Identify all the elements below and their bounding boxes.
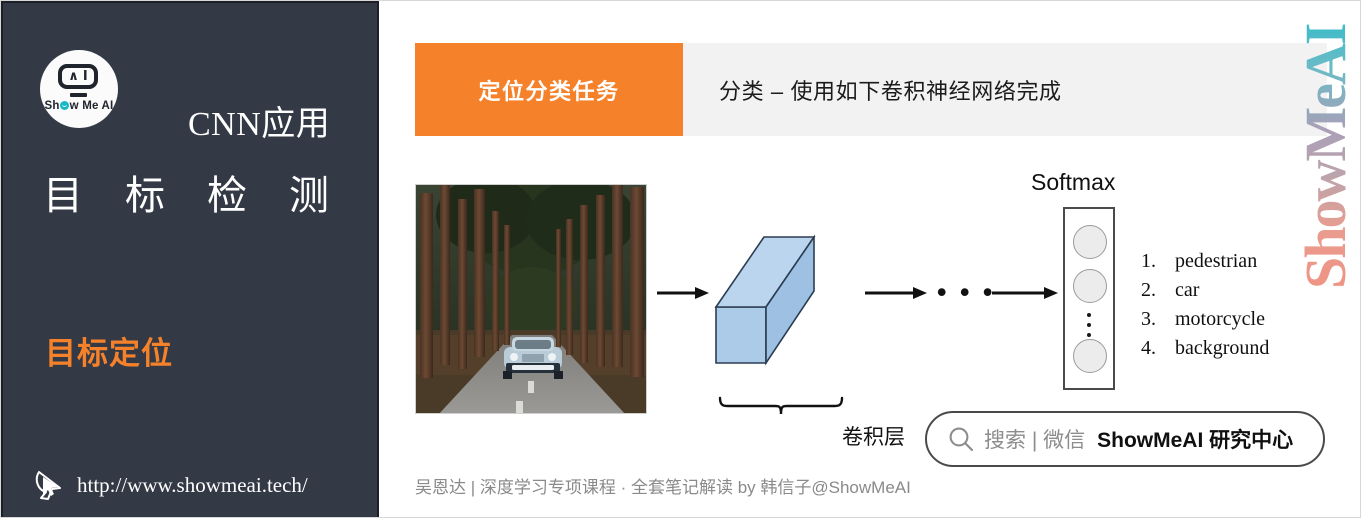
conv-volume-cuboid <box>714 234 816 366</box>
logo-smiley-icon <box>60 101 70 110</box>
softmax-label: Softmax <box>1031 169 1116 195</box>
conv-layer-label: 卷积层 <box>842 426 905 449</box>
class-index: 2. <box>1141 279 1156 301</box>
search-brand-text: ShowMeAI 研究中心 <box>1097 429 1294 452</box>
page-title: 目标检测 <box>43 174 371 218</box>
class-label: pedestrian <box>1175 250 1258 272</box>
site-url-row[interactable]: http://www.showmeai.tech/ <box>35 468 308 502</box>
class-label: car <box>1175 279 1200 301</box>
logo-circle: ∧ I Sh w Me AI <box>40 50 118 128</box>
logo-word-post: w Me AI <box>69 100 114 112</box>
car-shape <box>503 337 563 379</box>
task-description: 分类 – 使用如下卷积神经网络完成 <box>683 43 1327 136</box>
arrow-conv-to-ellipsis-icon <box>865 287 927 299</box>
brand-logo: ∧ I Sh w Me AI <box>40 50 118 128</box>
robot-eye-right-icon: I <box>82 69 88 84</box>
search-placeholder: 搜索 | 微信 <box>984 429 1086 452</box>
softmax-layer-box <box>1063 207 1115 390</box>
class-index: 3. <box>1141 308 1156 330</box>
list-item: 2. car <box>1141 276 1269 305</box>
input-image-photo: ShowMeAI <box>415 184 647 414</box>
content-panel: 定位分类任务 分类 – 使用如下卷积神经网络完成 • • • Softmax 1… <box>379 1 1360 517</box>
softmax-neuron <box>1073 339 1107 373</box>
slide-root: ∧ I Sh w Me AI CNN应用 目标检测 目标定位 http://www… <box>0 0 1361 518</box>
course-label: CNN应用 <box>188 106 331 143</box>
list-item: 1. pedestrian <box>1141 247 1269 276</box>
logo-word-pre: Sh <box>44 100 60 112</box>
robot-mouth-icon <box>70 93 87 97</box>
task-tag-label: 定位分类任务 <box>478 78 620 104</box>
footer-credit: 吴恩达 | 深度学习专项课程 · 全套笔记解读 by 韩信子@ShowMeAI <box>415 478 911 497</box>
cursor-arrow-icon <box>35 471 61 500</box>
robot-face-icon: ∧ I <box>58 64 98 89</box>
list-item: 4. background <box>1141 334 1269 363</box>
class-label-list: 1. pedestrian 2. car 3. motorcycle 4. ba… <box>1141 247 1269 363</box>
site-url-text: http://www.showmeai.tech/ <box>77 472 308 497</box>
softmax-neuron <box>1073 225 1107 259</box>
softmax-neuron <box>1073 269 1107 303</box>
layers-ellipsis: • • • <box>937 277 996 307</box>
robot-eye-left-icon: ∧ <box>68 69 79 84</box>
class-label: background <box>1175 337 1270 359</box>
photo-illustration <box>416 185 646 413</box>
class-index: 1. <box>1141 250 1156 272</box>
sidebar-panel: ∧ I Sh w Me AI CNN应用 目标检测 目标定位 http://www… <box>1 1 379 517</box>
class-index: 4. <box>1141 337 1156 359</box>
task-description-text: 分类 – 使用如下卷积神经网络完成 <box>719 78 1062 104</box>
wechat-search-pill[interactable]: 搜索 | 微信 ShowMeAI 研究中心 <box>925 411 1325 467</box>
section-title: 目标定位 <box>45 336 173 371</box>
arrow-image-to-conv-icon <box>657 287 709 299</box>
side-watermark: ShowMeAI <box>1293 19 1358 289</box>
conv-layers-brace-icon <box>718 396 844 415</box>
task-tag-badge: 定位分类任务 <box>415 43 683 136</box>
arrow-ellipsis-to-softmax-icon <box>992 287 1058 299</box>
vertical-ellipsis-icon <box>1087 313 1092 338</box>
logo-wordmark: Sh w Me AI <box>40 100 118 112</box>
list-item: 3. motorcycle <box>1141 305 1269 334</box>
search-icon <box>949 427 974 452</box>
class-label: motorcycle <box>1175 308 1265 330</box>
section-header-band: 定位分类任务 分类 – 使用如下卷积神经网络完成 <box>415 43 1327 136</box>
